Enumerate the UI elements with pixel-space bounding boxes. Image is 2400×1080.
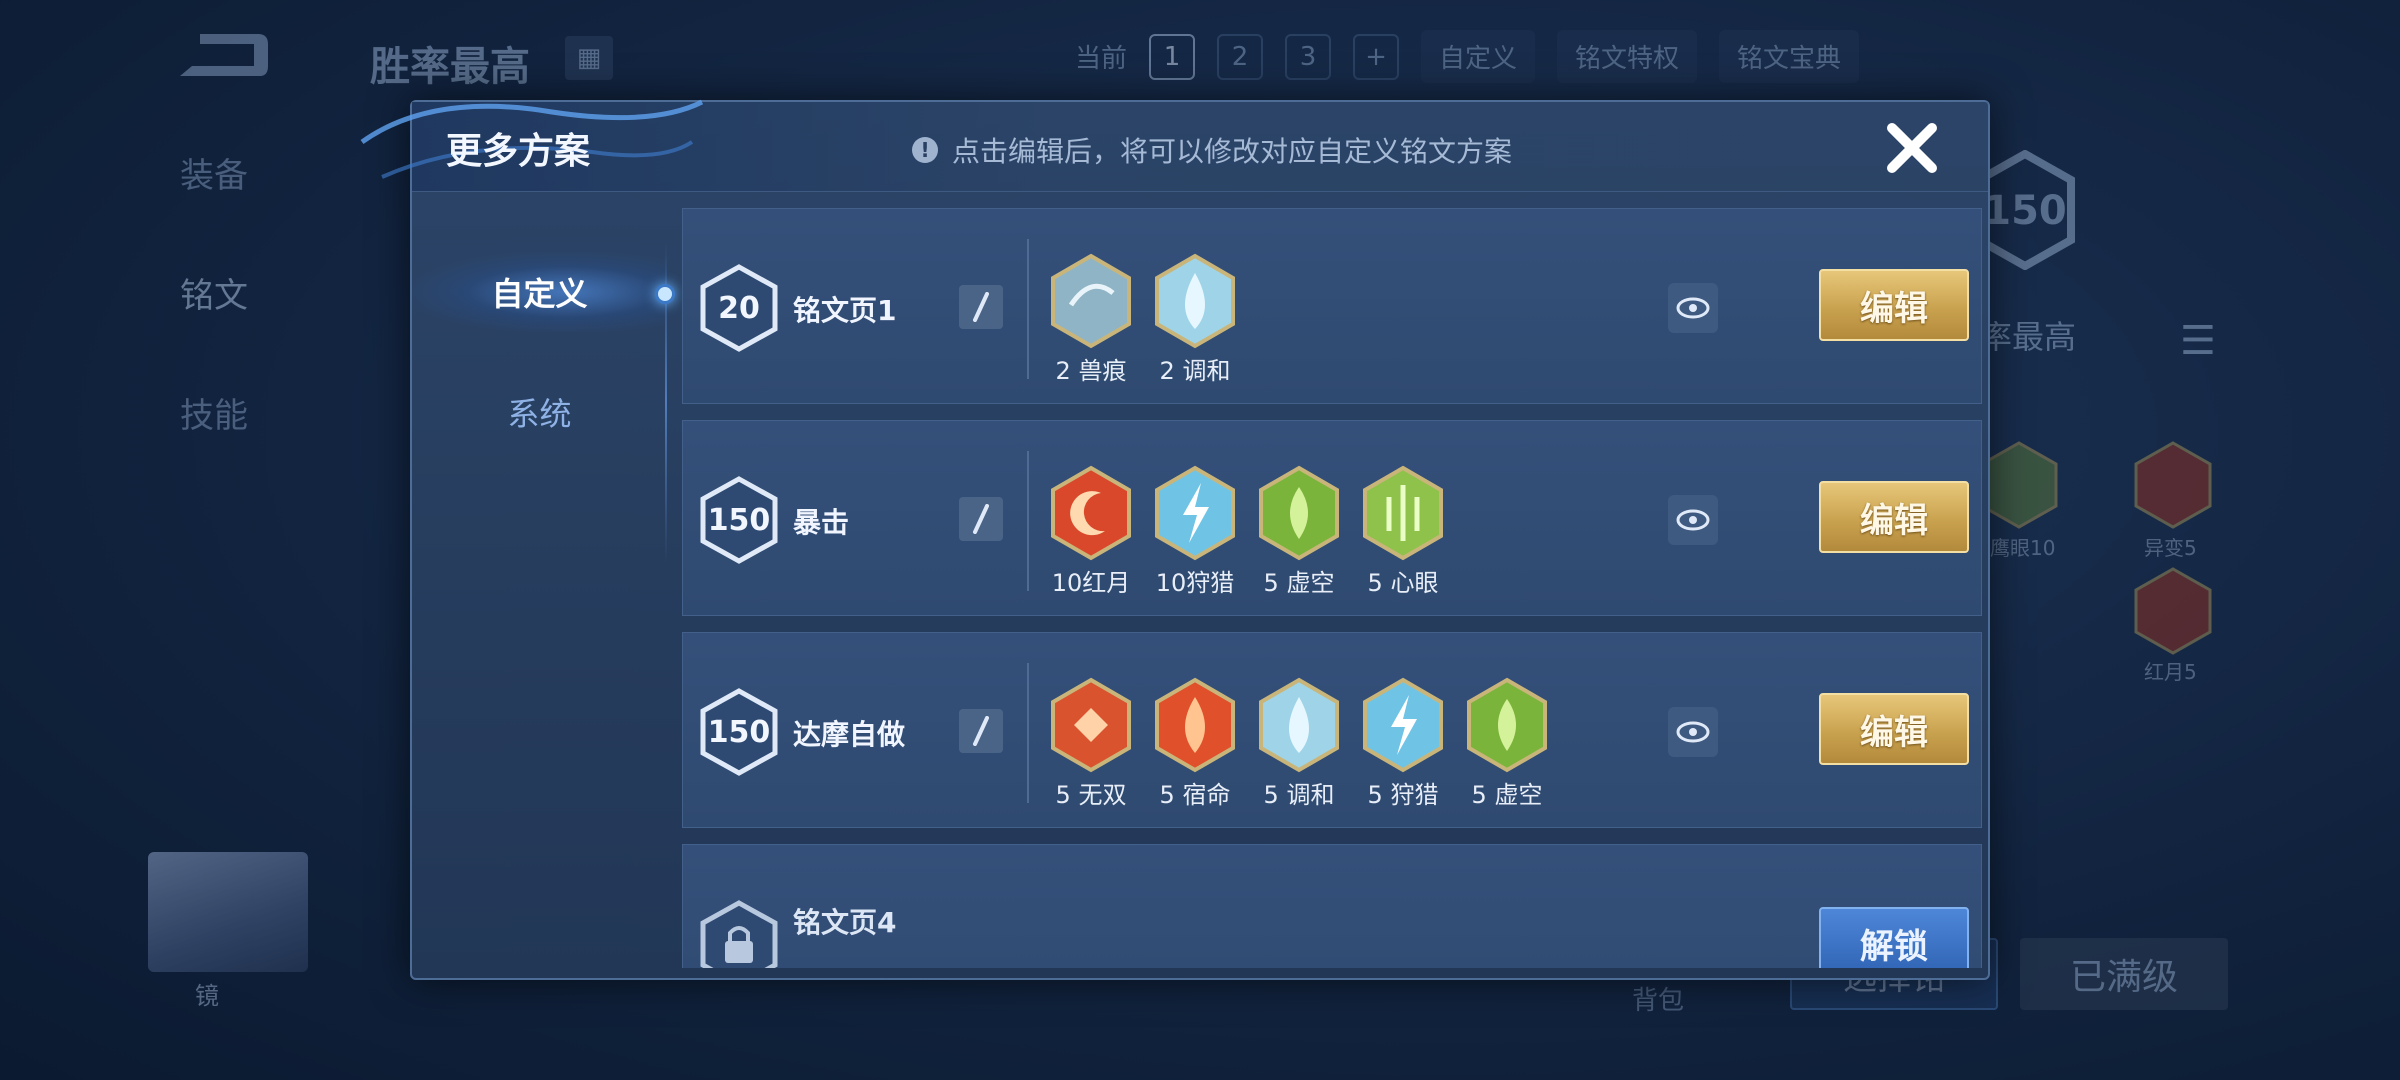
bg-rune-icon — [1980, 441, 2058, 529]
bg-rune-icon — [2134, 567, 2212, 655]
scheme-level: 150 — [707, 714, 771, 750]
bg-side-equipment[interactable]: 装备 — [180, 148, 248, 197]
edit-button[interactable]: 编辑 — [1819, 693, 1969, 765]
rune-label: 5 无双 — [1055, 781, 1127, 809]
pen-icon — [973, 292, 989, 322]
maxed-button[interactable]: 已满级 — [2020, 938, 2228, 1010]
rune-label: 5 调和 — [1263, 781, 1335, 809]
scheme-row: 150 暴击 10红月 10狩猎 5 虚空 5 心眼 编辑 — [682, 420, 1982, 616]
rune-label: 2 调和 — [1159, 357, 1231, 385]
scheme-tab-column: 自定义 系统 — [412, 192, 667, 980]
current-label: 当前 — [1075, 44, 1128, 74]
rune-label: 2 兽痕 — [1055, 357, 1127, 385]
bag-label[interactable]: 背包 — [1632, 980, 1684, 1017]
scheme-level: 150 — [707, 502, 771, 538]
hero-avatar[interactable] — [148, 852, 308, 972]
rune-label: 10红月 — [1051, 569, 1131, 597]
rune-label: 5 宿命 — [1159, 781, 1231, 809]
row-divider — [1027, 239, 1029, 379]
rune-icon — [1051, 253, 1131, 349]
rename-button[interactable] — [959, 709, 1003, 753]
edit-button[interactable]: 编辑 — [1819, 481, 1969, 553]
bg-rune-label: 异变5 — [2144, 536, 2197, 560]
page-tab-1[interactable]: 1 — [1149, 33, 1196, 80]
privilege-chip[interactable]: 铭文特权 — [1557, 30, 1698, 83]
eye-icon — [1676, 297, 1710, 319]
edit-button[interactable]: 编辑 — [1819, 269, 1969, 341]
tab-custom[interactable]: 自定义 — [412, 252, 667, 332]
eye-icon — [1676, 721, 1710, 743]
unlock-button[interactable]: 解锁 — [1819, 907, 1969, 968]
scheme-name: 暴击 — [793, 506, 850, 539]
bg-side-skill[interactable]: 技能 — [180, 388, 248, 437]
scheme-name: 铭文页1 — [793, 294, 897, 327]
page-tab-3[interactable]: 3 — [1285, 33, 1332, 80]
hint: ! 点击编辑后，将可以修改对应自定义铭文方案 — [912, 130, 1512, 170]
rune-icon — [1155, 253, 1235, 349]
rune-icon — [1155, 465, 1235, 561]
rename-button[interactable] — [959, 285, 1003, 329]
rune-label: 5 心眼 — [1367, 569, 1439, 597]
close-icon — [1887, 123, 1937, 173]
preview-button[interactable] — [1668, 707, 1718, 757]
rune-icon — [1155, 677, 1235, 773]
bg-rune-label: 鹰眼10 — [1990, 536, 2056, 560]
bg-topbar: 当前 1 2 3 + 自定义 铭文特权 铭文宝典 — [1075, 30, 1860, 83]
close-button[interactable] — [1876, 112, 1948, 184]
menu-icon[interactable]: ☰ — [2180, 318, 2216, 364]
modal-title: 更多方案 — [446, 131, 591, 172]
row-divider — [1027, 663, 1029, 803]
info-icon: ! — [912, 137, 938, 163]
rename-button[interactable] — [959, 497, 1003, 541]
bg-rate-label: 率最高 — [1980, 318, 2077, 356]
bg-level-text: 150 — [1983, 188, 2067, 234]
preview-button[interactable] — [1668, 283, 1718, 333]
scheme-row: 150 达摩自做 5 无双 5 宿命 5 调和 5 狩猎 5 虚空 编辑 — [682, 632, 1982, 828]
tab-system[interactable]: 系统 — [412, 372, 667, 452]
more-schemes-modal: 更多方案 ! 点击编辑后，将可以修改对应自定义铭文方案 自定义 系统 20 铭文… — [360, 99, 1990, 980]
hint-text: 点击编辑后，将可以修改对应自定义铭文方案 — [952, 135, 1513, 168]
pen-icon — [973, 716, 989, 746]
rune-icon — [1051, 465, 1131, 561]
rune-label: 5 虚空 — [1471, 781, 1543, 809]
lock-icon — [700, 900, 778, 968]
scheme-name: 达摩自做 — [793, 718, 906, 751]
hero-name: 镜 — [195, 982, 219, 1010]
custom-chip[interactable]: 自定义 — [1421, 30, 1536, 83]
rune-label: 10狩猎 — [1155, 569, 1235, 597]
rune-icon — [1467, 677, 1547, 773]
scheme-row: 20 铭文页1 2 兽痕 2 调和 编辑 — [682, 208, 1982, 404]
bg-side-rune[interactable]: 铭文 — [180, 268, 248, 317]
scheme-level: 20 — [718, 290, 760, 326]
rune-label: 5 狩猎 — [1367, 781, 1439, 809]
scheme-name: 铭文页4 — [793, 906, 897, 939]
rune-icon — [1363, 465, 1443, 561]
locked-scheme-row: 铭文页4 解锁 — [682, 844, 1982, 968]
pen-icon — [973, 504, 989, 534]
rune-icon — [1051, 677, 1131, 773]
rune-label: 5 虚空 — [1263, 569, 1335, 597]
bg-rune-icon — [2134, 441, 2212, 529]
bg-level-hex-icon: 150 — [1975, 150, 2075, 270]
rune-icon — [1259, 677, 1339, 773]
preview-button[interactable] — [1668, 495, 1718, 545]
modal-header: 更多方案 ! 点击编辑后，将可以修改对应自定义铭文方案 — [360, 99, 1988, 192]
eye-icon — [1676, 509, 1710, 531]
scheme-list[interactable]: 20 铭文页1 2 兽痕 2 调和 编辑 150 暴击 10红月 10狩猎 5 … — [682, 208, 1982, 968]
rune-icon — [1259, 465, 1339, 561]
codex-chip[interactable]: 铭文宝典 — [1719, 30, 1860, 83]
grid-icon[interactable]: ▦ — [565, 36, 613, 80]
bg-rune-label: 红月5 — [2144, 660, 2197, 684]
add-page-button[interactable]: + — [1353, 33, 1400, 80]
page-tab-2[interactable]: 2 — [1217, 33, 1264, 80]
row-divider — [1027, 451, 1029, 591]
rune-icon — [1363, 677, 1443, 773]
active-tab-indicator — [655, 284, 675, 304]
back-arrow-icon[interactable] — [170, 30, 270, 82]
